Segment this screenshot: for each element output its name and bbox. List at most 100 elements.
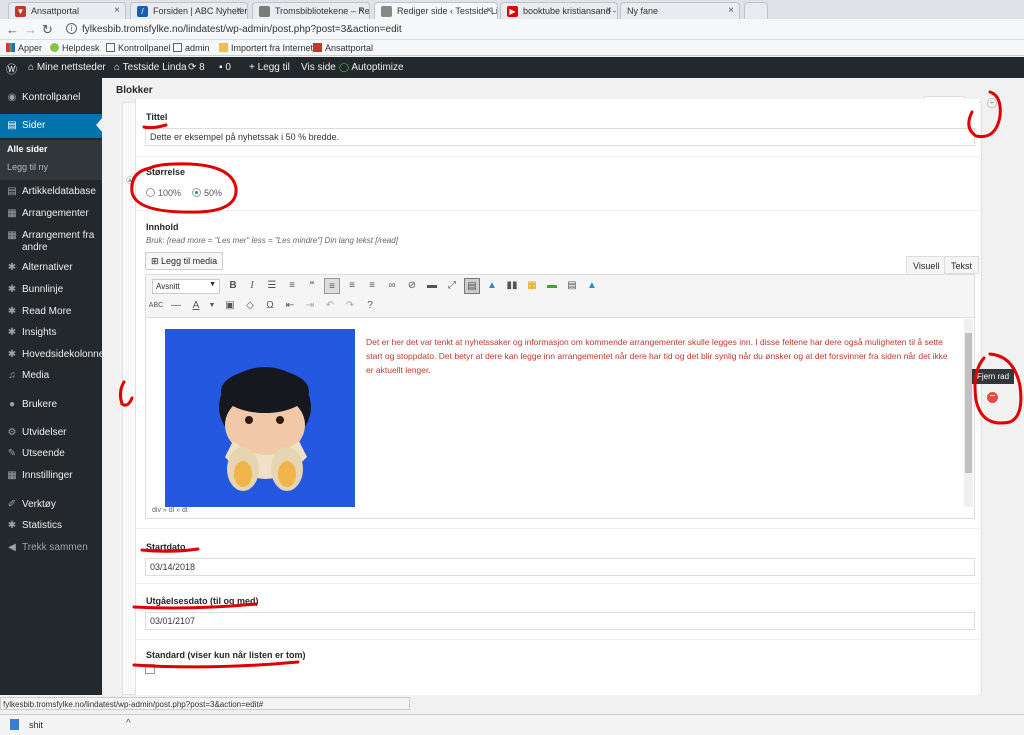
browser-tab-active[interactable]: Rediger side ‹ Testside Li × [374, 2, 498, 19]
submenu-add-new[interactable]: Legg til ny [7, 162, 48, 172]
sidebar-item-hovedsidekolonne[interactable]: ✱ Hovedsidekolonne [0, 349, 104, 360]
plugin-icon[interactable]: ▲ [484, 278, 500, 294]
strikethrough-icon[interactable]: ABC [148, 298, 164, 314]
special-char-icon[interactable]: Ω [262, 298, 278, 314]
sidebar-item-media[interactable]: ♫ Media [0, 370, 102, 381]
italic-icon[interactable]: I [244, 278, 260, 294]
close-icon[interactable]: × [486, 5, 492, 16]
sidebar-item-read-more[interactable]: ✱ Read More [0, 306, 102, 317]
sidebar-item-verktoy[interactable]: ✐ Verktøy [0, 499, 102, 510]
clear-format-icon[interactable]: ◇ [242, 298, 258, 314]
unlink-icon[interactable]: ⊘ [404, 278, 420, 294]
reload-icon[interactable]: ↻ [42, 22, 53, 38]
close-icon[interactable]: × [728, 5, 734, 16]
size-radio-50[interactable]: 50% [192, 188, 222, 198]
bookmark-ansattportal[interactable]: Ansattportal [313, 43, 373, 53]
download-item[interactable]: shit [10, 719, 43, 730]
size-radio-100[interactable]: 100% [146, 188, 181, 198]
expiry-date-input[interactable]: 03/01/2107 [145, 612, 975, 630]
autoptimize-menu[interactable]: ◯ Autoptimize [339, 62, 404, 73]
remove-row-icon[interactable]: − [987, 392, 998, 403]
align-left-icon[interactable]: ≡ [324, 278, 340, 294]
browser-tab[interactable]: ▶ booktube kristiansand - × [500, 2, 618, 19]
fullscreen-icon[interactable]: ⤢ [444, 278, 460, 294]
add-row-icon[interactable]: + [987, 98, 997, 108]
align-right-icon[interactable]: ≡ [364, 278, 380, 294]
wordpress-logo-icon[interactable]: Ⓦ [6, 61, 17, 77]
redo-icon[interactable]: ↷ [342, 298, 358, 314]
editor-scrollbar[interactable] [964, 319, 973, 511]
lock-icon[interactable]: ▲ [584, 278, 600, 294]
bookmark-apps[interactable]: Apper [6, 43, 42, 53]
sidebar-item-statistics[interactable]: ✱ Statistics [0, 520, 102, 531]
outdent-icon[interactable]: ⇤ [282, 298, 298, 314]
align-center-icon[interactable]: ≡ [344, 278, 360, 294]
sidebar-item-bunnlinje[interactable]: ✱ Bunnlinje [0, 284, 102, 295]
sidebar-item-kontrollpanel[interactable]: ◉ Kontrollpanel [0, 92, 102, 103]
indent-icon[interactable]: ⇥ [302, 298, 318, 314]
sidebar-item-brukere[interactable]: ● Brukere [0, 399, 102, 410]
separator-plugin-icon[interactable]: ▤ [564, 278, 580, 294]
sidebar-item-insights[interactable]: ✱ Insights [0, 327, 102, 338]
info-icon[interactable]: i [66, 23, 77, 34]
chevron-down-icon[interactable]: ▼ [204, 298, 220, 314]
numbered-list-icon[interactable]: ≡ [284, 278, 300, 294]
grid-plugin-icon[interactable]: ▦ [524, 278, 540, 294]
tab-text[interactable]: Tekst [944, 256, 980, 274]
shortcode-icon[interactable]: ▮▮ [504, 278, 520, 294]
submenu-all-pages[interactable]: Alle sider [7, 144, 48, 154]
my-sites-menu[interactable]: ⌂ Mine nettsteder [28, 62, 106, 73]
new-content-menu[interactable]: + Legg til [249, 62, 290, 73]
comments-menu[interactable]: ▪ 0 [219, 62, 231, 73]
sidebar-collapse[interactable]: ◀ Trekk sammen [0, 542, 102, 553]
format-select[interactable]: Avsnitt ▼ [152, 279, 220, 294]
browser-tab[interactable]: ▼ Ansattportal × [8, 2, 126, 19]
site-name-menu[interactable]: ⌂ Testside Linda [114, 62, 187, 73]
sidebar-item-alternativer[interactable]: ✱ Alternativer [0, 262, 102, 273]
close-icon[interactable]: × [114, 5, 120, 16]
default-checkbox[interactable] [145, 664, 155, 674]
chevron-up-icon[interactable]: ^ [126, 718, 131, 729]
read-more-icon[interactable]: ▬ [424, 278, 440, 294]
new-tab-button[interactable] [744, 2, 768, 19]
undo-icon[interactable]: ↶ [322, 298, 338, 314]
tab-visual[interactable]: Visuell [906, 256, 947, 274]
help-icon[interactable]: ? [362, 298, 378, 314]
view-page-link[interactable]: Vis side [301, 62, 336, 73]
url-field[interactable]: i fylkesbib.tromsfylke.no/lindatest/wp-a… [62, 21, 1020, 38]
forward-icon[interactable]: → [24, 22, 37, 37]
bookmark-admin[interactable]: admin [173, 43, 210, 53]
bookmark-imported[interactable]: Importert fra Internet [219, 43, 313, 53]
sidebar-item-artikkeldatabase[interactable]: ▤ Artikkeldatabase [0, 186, 102, 197]
editor-body[interactable]: Det er her det var tenkt at nyhetssaker … [146, 319, 964, 511]
browser-tab[interactable]: / Forsiden | ABC Nyheter × [130, 2, 248, 19]
sidebar-item-utseende[interactable]: ✎ Utseende [0, 448, 102, 459]
text-color-icon[interactable]: A [188, 298, 204, 314]
close-icon[interactable]: × [236, 5, 242, 16]
sidebar-item-utvidelser[interactable]: ⚙ Utvidelser [0, 427, 102, 438]
horizontal-line-icon[interactable]: — [168, 298, 184, 314]
back-icon[interactable]: ← [6, 22, 19, 37]
scrollbar-thumb[interactable] [965, 333, 972, 473]
toolbar-toggle-icon[interactable]: ▤ [464, 278, 480, 294]
sidebar-item-innstillinger[interactable]: ▦ Innstillinger [0, 470, 102, 481]
add-media-button[interactable]: ⊞ Legg til media [145, 252, 224, 270]
child-photo[interactable] [165, 329, 355, 509]
paste-text-icon[interactable]: ▣ [222, 298, 238, 314]
row-toggle-icon[interactable]: ▴ [126, 176, 134, 184]
columns-plugin-icon[interactable]: ▬ [544, 278, 560, 294]
close-icon[interactable]: × [606, 5, 612, 16]
title-input[interactable]: Dette er eksempel på nyhetssak i 50 % br… [145, 128, 975, 146]
blockquote-icon[interactable]: “ [304, 278, 320, 294]
bullet-list-icon[interactable]: ☰ [264, 278, 280, 294]
browser-tab[interactable]: Tromsbibliotekene – Res × [252, 2, 370, 19]
bookmark-kontrollpanel[interactable]: Kontrollpanel [106, 43, 171, 53]
bookmark-helpdesk[interactable]: Helpdesk [50, 43, 100, 53]
sidebar-item-sider[interactable]: ▤ Sider [0, 114, 102, 138]
start-date-input[interactable]: 03/14/2018 [145, 558, 975, 576]
link-icon[interactable]: ∞ [384, 278, 400, 294]
bold-icon[interactable]: B [225, 278, 241, 294]
updates-menu[interactable]: ⟳ 8 [188, 62, 205, 73]
sidebar-item-arrangementer[interactable]: ▦ Arrangementer [0, 208, 102, 219]
sidebar-item-arrangement-fra-andre[interactable]: ▦ Arrangement fra andre [0, 230, 102, 254]
